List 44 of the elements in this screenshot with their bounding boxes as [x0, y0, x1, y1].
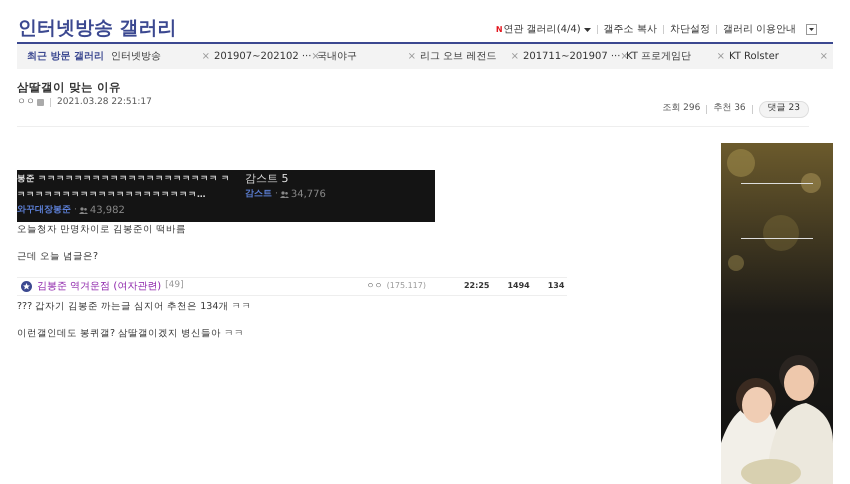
- caret-icon: [584, 28, 591, 32]
- body-text: 오늘청자 만명차이로 김봉준이 떡바름: [17, 222, 188, 236]
- body-text: 근데 오늘 념글은?: [17, 250, 100, 264]
- viewer-count: 43,982: [90, 204, 125, 218]
- comment-count: [49]: [165, 279, 184, 292]
- viewers-icon: [78, 206, 88, 214]
- recent-gallery-link[interactable]: KT Rolster: [728, 49, 779, 64]
- channel-name[interactable]: 와꾸대장봉준: [17, 202, 71, 218]
- stream-title: 봉준 ㅋㅋㅋㅋㅋㅋㅋㅋㅋㅋㅋㅋㅋㅋㅋㅋㅋㅋㅋㅋ ㅋㅋㅋㅋㅋㅋㅋㅋㅋㅋㅋㅋㅋㅋㅋㅋㅋㅋㅋㅋㅋ…: [17, 172, 231, 202]
- recent-gallery-link[interactable]: KT 프로게임단: [626, 49, 692, 64]
- body-text: ??? 갑자기 김봉준 까는글 심지어 추천은 134개 ㅋㅋ: [17, 300, 252, 314]
- recent-galleries-label: 최근 방문 갤러리: [27, 50, 104, 64]
- comments-button[interactable]: 댓글 23: [758, 100, 809, 118]
- dropdown-toggle[interactable]: [806, 24, 817, 35]
- related-galleries-dropdown[interactable]: N 연관 갤러리(4/4): [496, 22, 591, 37]
- header-link[interactable]: 갤주소 복사: [604, 22, 657, 37]
- recent-gallery-link[interactable]: 인터넷방송: [110, 49, 161, 64]
- post-link[interactable]: 김봉준 역겨운점 (여자관련): [37, 278, 162, 294]
- recent-gallery-link[interactable]: 리그 오브 레전드: [420, 49, 496, 64]
- viewers-icon: [280, 190, 289, 198]
- post-time: 22:25: [464, 280, 490, 292]
- viewer-count: 34,776: [290, 188, 326, 202]
- caret-icon: [809, 28, 814, 31]
- post-title: 삼딸갤이 맞는 이유: [17, 79, 122, 95]
- recent-gallery-link[interactable]: 201711~201907 ···: [522, 49, 620, 64]
- separator-dot: ·: [74, 204, 77, 216]
- header-link[interactable]: 갤러리 이용안내: [722, 22, 796, 37]
- stream-title: 감스트 5: [245, 170, 290, 186]
- member-icon: [37, 99, 44, 106]
- author-name[interactable]: ㅇㅇ: [17, 96, 35, 110]
- recommend-count: 134: [548, 280, 564, 292]
- recent-gallery-link[interactable]: 201907~202102 ···: [214, 49, 312, 64]
- star-icon: [21, 280, 32, 292]
- separator-dot: ·: [275, 188, 278, 200]
- header-link[interactable]: 차단설정: [670, 22, 710, 37]
- post-date: 2021.03.28 22:51:17: [57, 96, 152, 109]
- gallery-title[interactable]: 인터넷방송 갤러리: [18, 16, 177, 40]
- ip-address: (175.117): [386, 280, 426, 292]
- body-text: 이런갤인데도 봉퀴갤? 삼딸갤이겠지 병신들아 ㅋㅋ: [17, 326, 246, 340]
- channel-name[interactable]: 감스트: [245, 186, 272, 202]
- recommend-count: 추천 36: [713, 102, 746, 116]
- writer-name: ㅇㅇ: [366, 280, 383, 292]
- view-count: 1494: [507, 280, 530, 292]
- view-count: 조회 296: [662, 102, 700, 116]
